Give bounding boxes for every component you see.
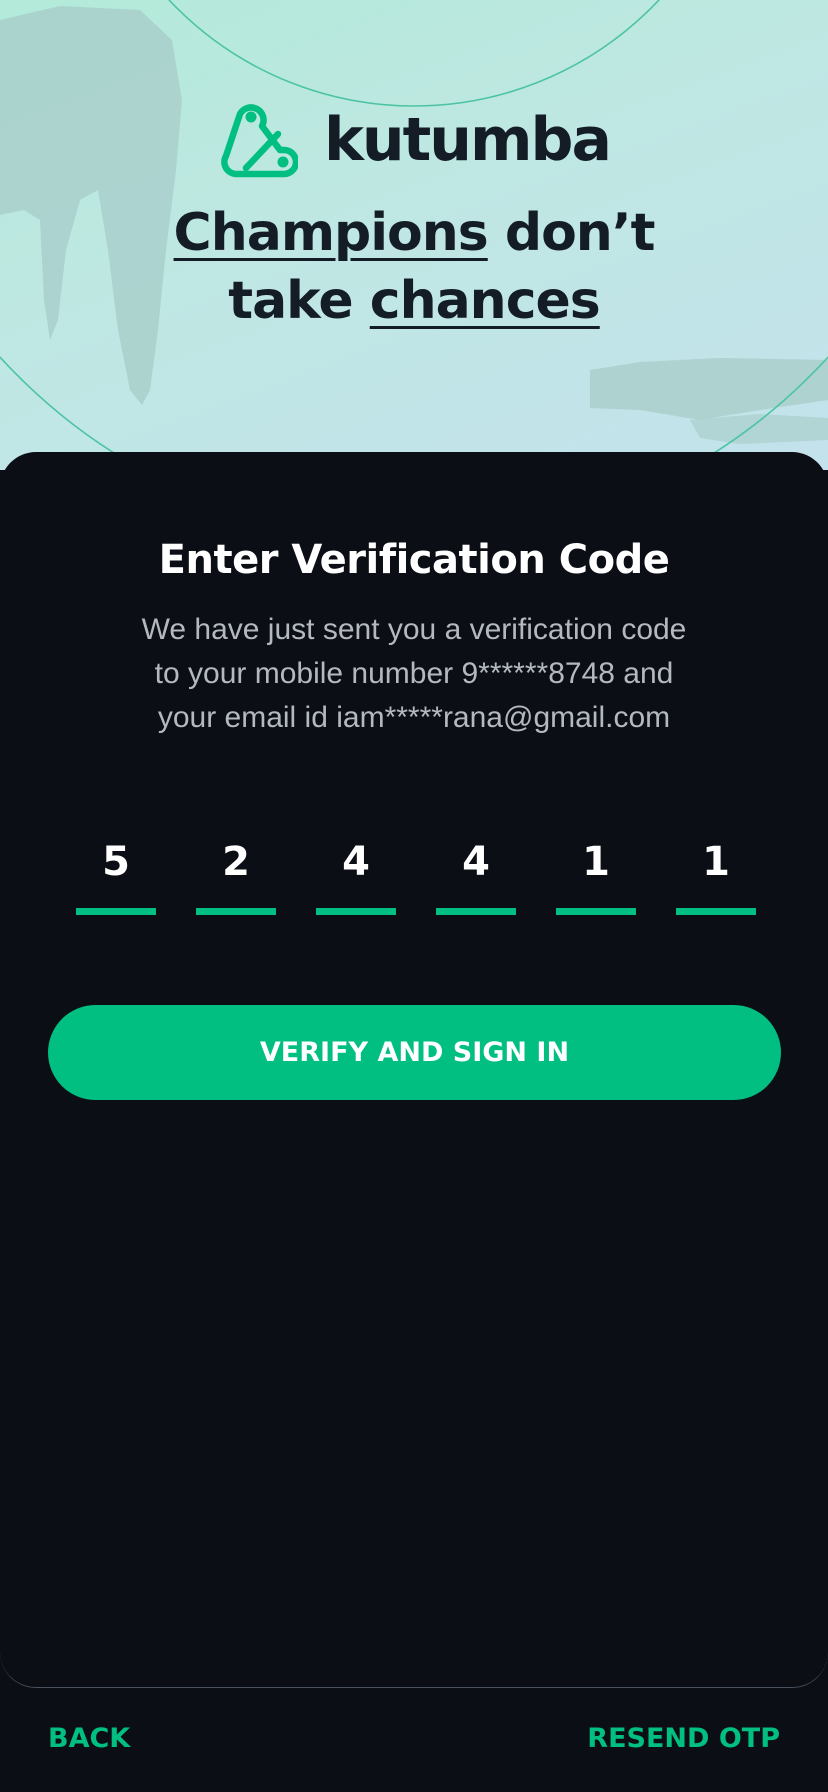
tagline-text: don’t xyxy=(487,203,656,263)
brand-name: kutumba xyxy=(324,105,612,175)
otp-digit-value: 2 xyxy=(222,839,250,885)
resend-otp-link[interactable]: RESEND OTP xyxy=(587,1725,780,1752)
otp-digit-value: 1 xyxy=(702,839,730,885)
verification-title: Enter Verification Code xyxy=(158,537,670,583)
otp-digit-value: 4 xyxy=(342,839,370,885)
otp-underline xyxy=(556,908,636,915)
verification-screen: kutumba Champions don’t take chances Ent… xyxy=(0,0,828,1792)
message-line: to your mobile number 9******8748 and xyxy=(154,657,674,690)
verification-card: Enter Verification Code We have just sen… xyxy=(0,452,828,1688)
otp-underline xyxy=(76,908,156,915)
hero-banner: kutumba Champions don’t take chances xyxy=(0,0,828,470)
tagline-highlight-champions: Champions xyxy=(173,203,489,263)
tagline-line-1: Champions don’t xyxy=(0,207,828,259)
verify-and-sign-in-button[interactable]: VERIFY AND SIGN IN xyxy=(48,1005,781,1100)
otp-digit-value: 4 xyxy=(462,839,490,885)
brand-header: kutumba xyxy=(0,100,828,180)
otp-underline xyxy=(676,908,756,915)
otp-digit-value: 1 xyxy=(582,839,610,885)
otp-underline xyxy=(436,908,516,915)
tagline-text: take xyxy=(228,271,370,331)
otp-digit-field-5[interactable]: 1 xyxy=(556,842,636,922)
otp-digit-field-4[interactable]: 4 xyxy=(436,842,516,922)
otp-input-group: 5 2 4 4 1 1 xyxy=(0,842,828,922)
otp-underline xyxy=(196,908,276,915)
otp-digit-field-3[interactable]: 4 xyxy=(316,842,396,922)
message-line: We have just sent you a verification cod… xyxy=(141,613,687,646)
verification-message: We have just sent you a verification cod… xyxy=(80,608,748,740)
tagline-highlight-chances: chances xyxy=(369,271,601,331)
otp-digit-field-6[interactable]: 1 xyxy=(676,842,756,922)
message-line: your email id iam*****rana@gmail.com xyxy=(157,701,671,734)
otp-digit-value: 5 xyxy=(102,839,130,885)
otp-digit-field-1[interactable]: 5 xyxy=(76,842,156,922)
otp-underline xyxy=(316,908,396,915)
tagline-line-2: take chances xyxy=(0,275,828,327)
back-link[interactable]: BACK xyxy=(48,1725,130,1752)
otp-digit-field-2[interactable]: 2 xyxy=(196,842,276,922)
kutumba-logo-icon xyxy=(221,104,298,178)
